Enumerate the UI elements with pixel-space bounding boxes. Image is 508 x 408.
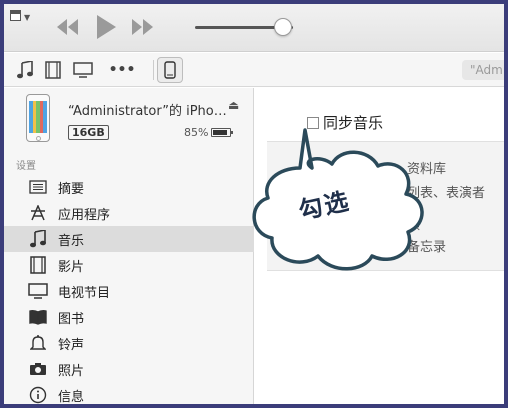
option-playlists[interactable]: 列表、表演者 bbox=[407, 182, 485, 201]
sidebar-item-tv-shows[interactable]: 电视节目 bbox=[4, 278, 254, 304]
sidebar-item-label: 照片 bbox=[58, 363, 85, 379]
rewind-icon[interactable] bbox=[54, 16, 80, 38]
sidebar-item-label: 电视节目 bbox=[58, 285, 111, 301]
apps-icon bbox=[28, 204, 48, 222]
sidebar-item-info[interactable]: 信息 bbox=[4, 382, 254, 404]
sidebar-item-apps[interactable]: 应用程序 bbox=[4, 200, 254, 226]
info-icon bbox=[28, 386, 48, 404]
device-summary[interactable]: “Administrator”的 iPho… ⏏ 16GB 85% bbox=[4, 88, 254, 150]
playback-toolbar: ▼ bbox=[4, 4, 504, 52]
account-button[interactable]: "Adm bbox=[462, 60, 504, 80]
battery-percent: 85% bbox=[184, 126, 209, 139]
sidebar-item-label: 铃声 bbox=[58, 337, 85, 353]
iphone-thumbnail bbox=[26, 94, 50, 142]
sidebar-item-photos[interactable]: 照片 bbox=[4, 356, 254, 382]
sidebar-item-summary[interactable]: 摘要 bbox=[4, 174, 254, 200]
sync-music-label: 同步音乐 bbox=[323, 114, 384, 132]
film-icon bbox=[28, 256, 48, 274]
bell-icon bbox=[28, 334, 48, 352]
volume-knob[interactable] bbox=[274, 18, 293, 36]
music-note-icon bbox=[28, 230, 48, 248]
capacity-badge: 16GB bbox=[68, 125, 109, 140]
settings-nav: 摘要 应用程序 音乐 影片 电视节目 图书 铃声 照片 信息 bbox=[4, 174, 254, 404]
eject-icon[interactable]: ⏏ bbox=[228, 98, 239, 112]
sidebar-item-label: 图书 bbox=[58, 311, 85, 327]
sync-options-panel: 资料库 列表、表演者 频 备忘录 bbox=[267, 141, 504, 271]
iphone-icon[interactable] bbox=[157, 57, 183, 83]
toolbar-divider bbox=[153, 60, 154, 80]
play-icon[interactable] bbox=[94, 13, 118, 39]
music-settings-panel: 同步音乐 资料库 列表、表演者 频 备忘录 bbox=[255, 88, 504, 404]
sync-music-checkbox-row[interactable]: 同步音乐 bbox=[307, 112, 383, 133]
option-entire-library[interactable]: 资料库 bbox=[407, 158, 446, 177]
device-name: “Administrator”的 iPho… bbox=[68, 104, 227, 119]
sidebar-item-label: 信息 bbox=[58, 389, 85, 405]
film-icon[interactable] bbox=[42, 59, 64, 81]
sidebar-item-music[interactable]: 音乐 bbox=[4, 226, 254, 252]
sidebar-item-label: 应用程序 bbox=[58, 207, 111, 223]
window-menu-icon[interactable]: ▼ bbox=[10, 10, 34, 24]
itunes-window: ▼ ••• "Adm “Administrator”的 iPho… ⏏ 16GB… bbox=[4, 4, 504, 404]
sidebar-item-label: 影片 bbox=[58, 259, 85, 275]
sidebar-item-books[interactable]: 图书 bbox=[4, 304, 254, 330]
tv-icon[interactable] bbox=[72, 59, 94, 81]
sidebar-item-label: 摘要 bbox=[58, 181, 85, 197]
camera-icon bbox=[28, 360, 48, 378]
tv-icon bbox=[28, 282, 48, 300]
option-voice-memos[interactable]: 备忘录 bbox=[407, 236, 446, 255]
sidebar-item-label: 音乐 bbox=[58, 233, 85, 249]
music-note-icon[interactable] bbox=[14, 59, 36, 81]
sidebar: “Administrator”的 iPho… ⏏ 16GB 85% 设置 摘要 … bbox=[4, 88, 254, 404]
option-videos[interactable]: 频 bbox=[407, 214, 420, 233]
summary-list-icon bbox=[28, 178, 48, 196]
fast-forward-icon[interactable] bbox=[130, 16, 156, 38]
book-icon bbox=[28, 308, 48, 326]
sidebar-item-movies[interactable]: 影片 bbox=[4, 252, 254, 278]
library-bar: ••• "Adm bbox=[4, 53, 504, 87]
more-icon[interactable]: ••• bbox=[102, 59, 142, 81]
sidebar-item-ringtones[interactable]: 铃声 bbox=[4, 330, 254, 356]
settings-section-label: 设置 bbox=[16, 161, 36, 172]
battery-icon bbox=[211, 128, 233, 137]
sync-music-checkbox[interactable] bbox=[307, 116, 319, 129]
